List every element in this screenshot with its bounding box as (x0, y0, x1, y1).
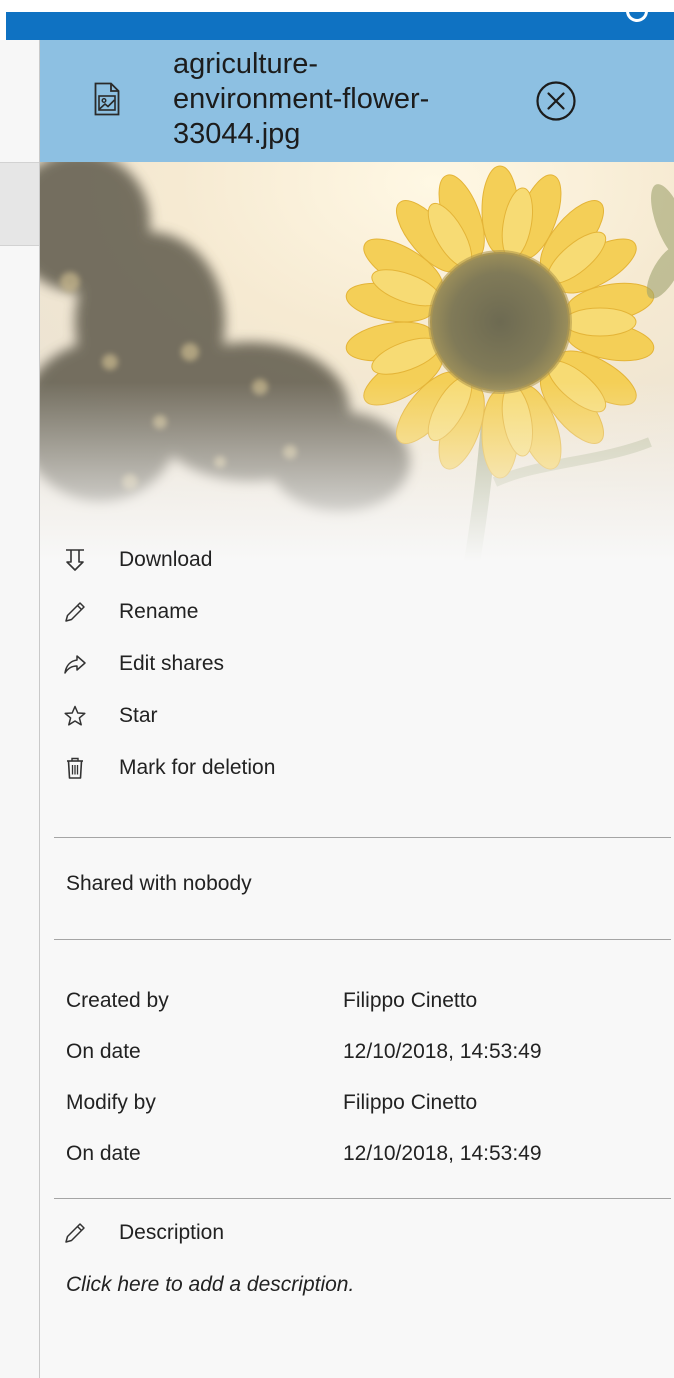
mark-for-deletion-action[interactable]: Mark for deletion (62, 742, 662, 794)
image-file-icon (94, 82, 120, 116)
file-metadata: Created by Filippo Cinetto On date 12/10… (66, 975, 666, 1179)
top-app-bar-strip (6, 12, 674, 40)
mark-for-deletion-label: Mark for deletion (119, 756, 276, 779)
section-divider (54, 837, 671, 838)
file-name-line: agriculture- (173, 48, 319, 80)
selected-list-row[interactable] (0, 162, 39, 246)
file-name-line: environment-flower- (173, 83, 430, 115)
star-label: Star (119, 704, 158, 727)
metadata-key: On date (66, 1141, 141, 1165)
pencil-icon (62, 599, 88, 625)
close-circle-icon[interactable] (535, 80, 577, 122)
file-name-line: 33044.jpg (173, 118, 301, 150)
metadata-key: Modify by (66, 1090, 156, 1114)
spinner-icon (626, 0, 648, 22)
action-list: Download Rename Edit shares Star Mark fo… (62, 534, 662, 794)
description-label: Description (119, 1221, 225, 1244)
details-header: agriculture- environment-flower- 33044.j… (40, 40, 674, 162)
description-header[interactable]: Description (62, 1220, 224, 1246)
metadata-row: On date 12/10/2018, 14:53:49 (66, 1026, 666, 1077)
top-app-bar (0, 0, 674, 40)
download-icon (62, 547, 88, 573)
star-icon (62, 703, 88, 729)
image-preview (40, 162, 674, 562)
file-name-title: agriculture- environment-flower- 33044.j… (173, 47, 513, 152)
metadata-row: Created by Filippo Cinetto (66, 975, 666, 1026)
section-divider (54, 939, 671, 940)
metadata-value: 12/10/2018, 14:53:49 (343, 1039, 542, 1063)
rename-label: Rename (119, 600, 199, 623)
trash-icon (62, 755, 88, 781)
edit-shares-label: Edit shares (119, 652, 225, 675)
share-icon (62, 651, 88, 677)
download-action[interactable]: Download (62, 534, 662, 586)
download-label: Download (119, 548, 213, 571)
metadata-value: 12/10/2018, 14:53:49 (343, 1141, 542, 1165)
description-placeholder[interactable]: Click here to add a description. (66, 1273, 354, 1297)
file-details-panel: agriculture- environment-flower- 33044.j… (40, 40, 674, 1378)
edit-shares-action[interactable]: Edit shares (62, 638, 662, 690)
section-divider (54, 1198, 671, 1199)
sharing-status: Shared with nobody (66, 872, 252, 895)
pencil-icon (62, 1220, 88, 1246)
metadata-value: Filippo Cinetto (343, 1090, 478, 1114)
metadata-row: Modify by Filippo Cinetto (66, 1077, 666, 1128)
metadata-row: On date 12/10/2018, 14:53:49 (66, 1128, 666, 1179)
star-action[interactable]: Star (62, 690, 662, 742)
metadata-key: Created by (66, 988, 169, 1012)
metadata-value: Filippo Cinetto (343, 988, 478, 1012)
metadata-key: On date (66, 1039, 141, 1063)
rename-action[interactable]: Rename (62, 586, 662, 638)
file-list-pane (0, 40, 40, 1378)
